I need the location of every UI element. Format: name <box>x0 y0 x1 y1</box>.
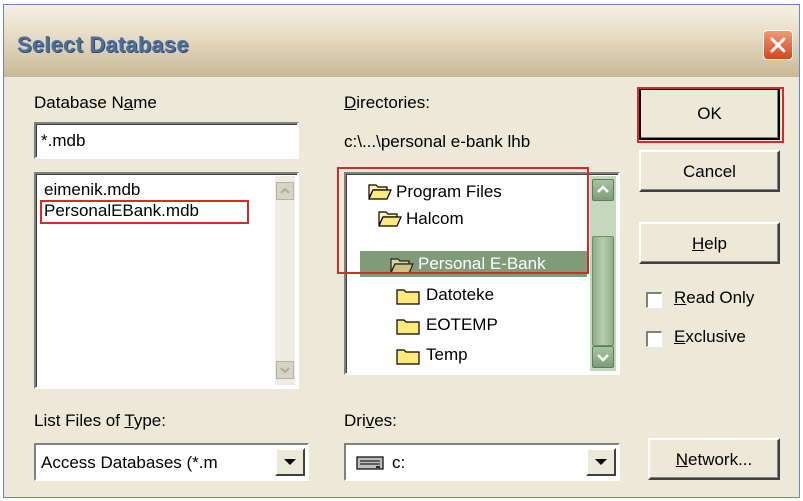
scroll-up-icon[interactable] <box>592 179 614 201</box>
dialog-title: Select Database <box>17 32 189 57</box>
scroll-down-icon[interactable] <box>276 361 294 379</box>
folder-open-icon <box>390 258 414 274</box>
title-bar[interactable]: Select Database <box>4 5 799 77</box>
close-icon <box>770 37 786 53</box>
folder-closed-icon <box>396 289 420 305</box>
directory-item[interactable]: EOTEMP <box>426 315 498 335</box>
file-list[interactable]: eimenik.mdb PersonalEBank.mdb <box>34 172 299 389</box>
database-name-label: Database Name <box>34 93 157 112</box>
directories-label: Directories: <box>344 93 430 112</box>
directories-path: c:\...\personal e-bank lhb <box>344 132 531 151</box>
folder-open-icon <box>368 184 392 200</box>
close-button[interactable] <box>763 30 793 60</box>
select-database-dialog: Select Database Database Name *.mdb eime… <box>3 4 800 498</box>
file-type-select[interactable]: Access Databases (*.m <box>34 443 309 481</box>
cancel-button[interactable]: Cancel <box>639 150 780 192</box>
directory-scrollbar[interactable] <box>590 176 616 371</box>
file-list-scrollbar[interactable] <box>275 176 295 385</box>
exclusive-checkbox[interactable] <box>646 331 662 347</box>
directory-tree[interactable]: Program Files Halcom Personal E-Bank Dat… <box>344 172 620 375</box>
help-button[interactable]: Help <box>639 222 780 264</box>
directory-item[interactable]: Halcom <box>406 209 464 229</box>
database-name-input[interactable]: *.mdb <box>34 122 299 159</box>
folder-closed-icon <box>396 349 420 365</box>
read-only-label[interactable]: Read Only <box>674 288 754 308</box>
scroll-down-icon[interactable] <box>592 346 614 368</box>
folder-open-icon <box>378 211 402 227</box>
directory-item[interactable]: Temp <box>426 345 468 365</box>
ok-button[interactable]: OK <box>639 88 780 140</box>
folder-closed-icon <box>396 319 420 335</box>
network-button[interactable]: Network... <box>648 438 780 480</box>
scroll-thumb[interactable] <box>592 236 614 346</box>
dropdown-arrow-icon[interactable] <box>586 448 616 476</box>
drives-label: Drives: <box>344 411 397 430</box>
scroll-up-icon[interactable] <box>276 182 294 200</box>
dropdown-arrow-icon[interactable] <box>275 448 305 476</box>
file-type-label: List Files of Type: <box>34 411 166 430</box>
exclusive-label[interactable]: Exclusive <box>674 327 746 347</box>
list-item[interactable]: PersonalEBank.mdb <box>44 201 199 221</box>
directory-item[interactable]: Datoteke <box>426 285 494 305</box>
read-only-checkbox[interactable] <box>646 292 662 308</box>
list-item[interactable]: eimenik.mdb <box>44 180 140 200</box>
directory-item[interactable]: Program Files <box>396 182 502 202</box>
directory-item-selected[interactable]: Personal E-Bank <box>418 254 546 274</box>
drives-select[interactable]: c: <box>344 443 620 481</box>
drive-icon <box>356 456 384 470</box>
